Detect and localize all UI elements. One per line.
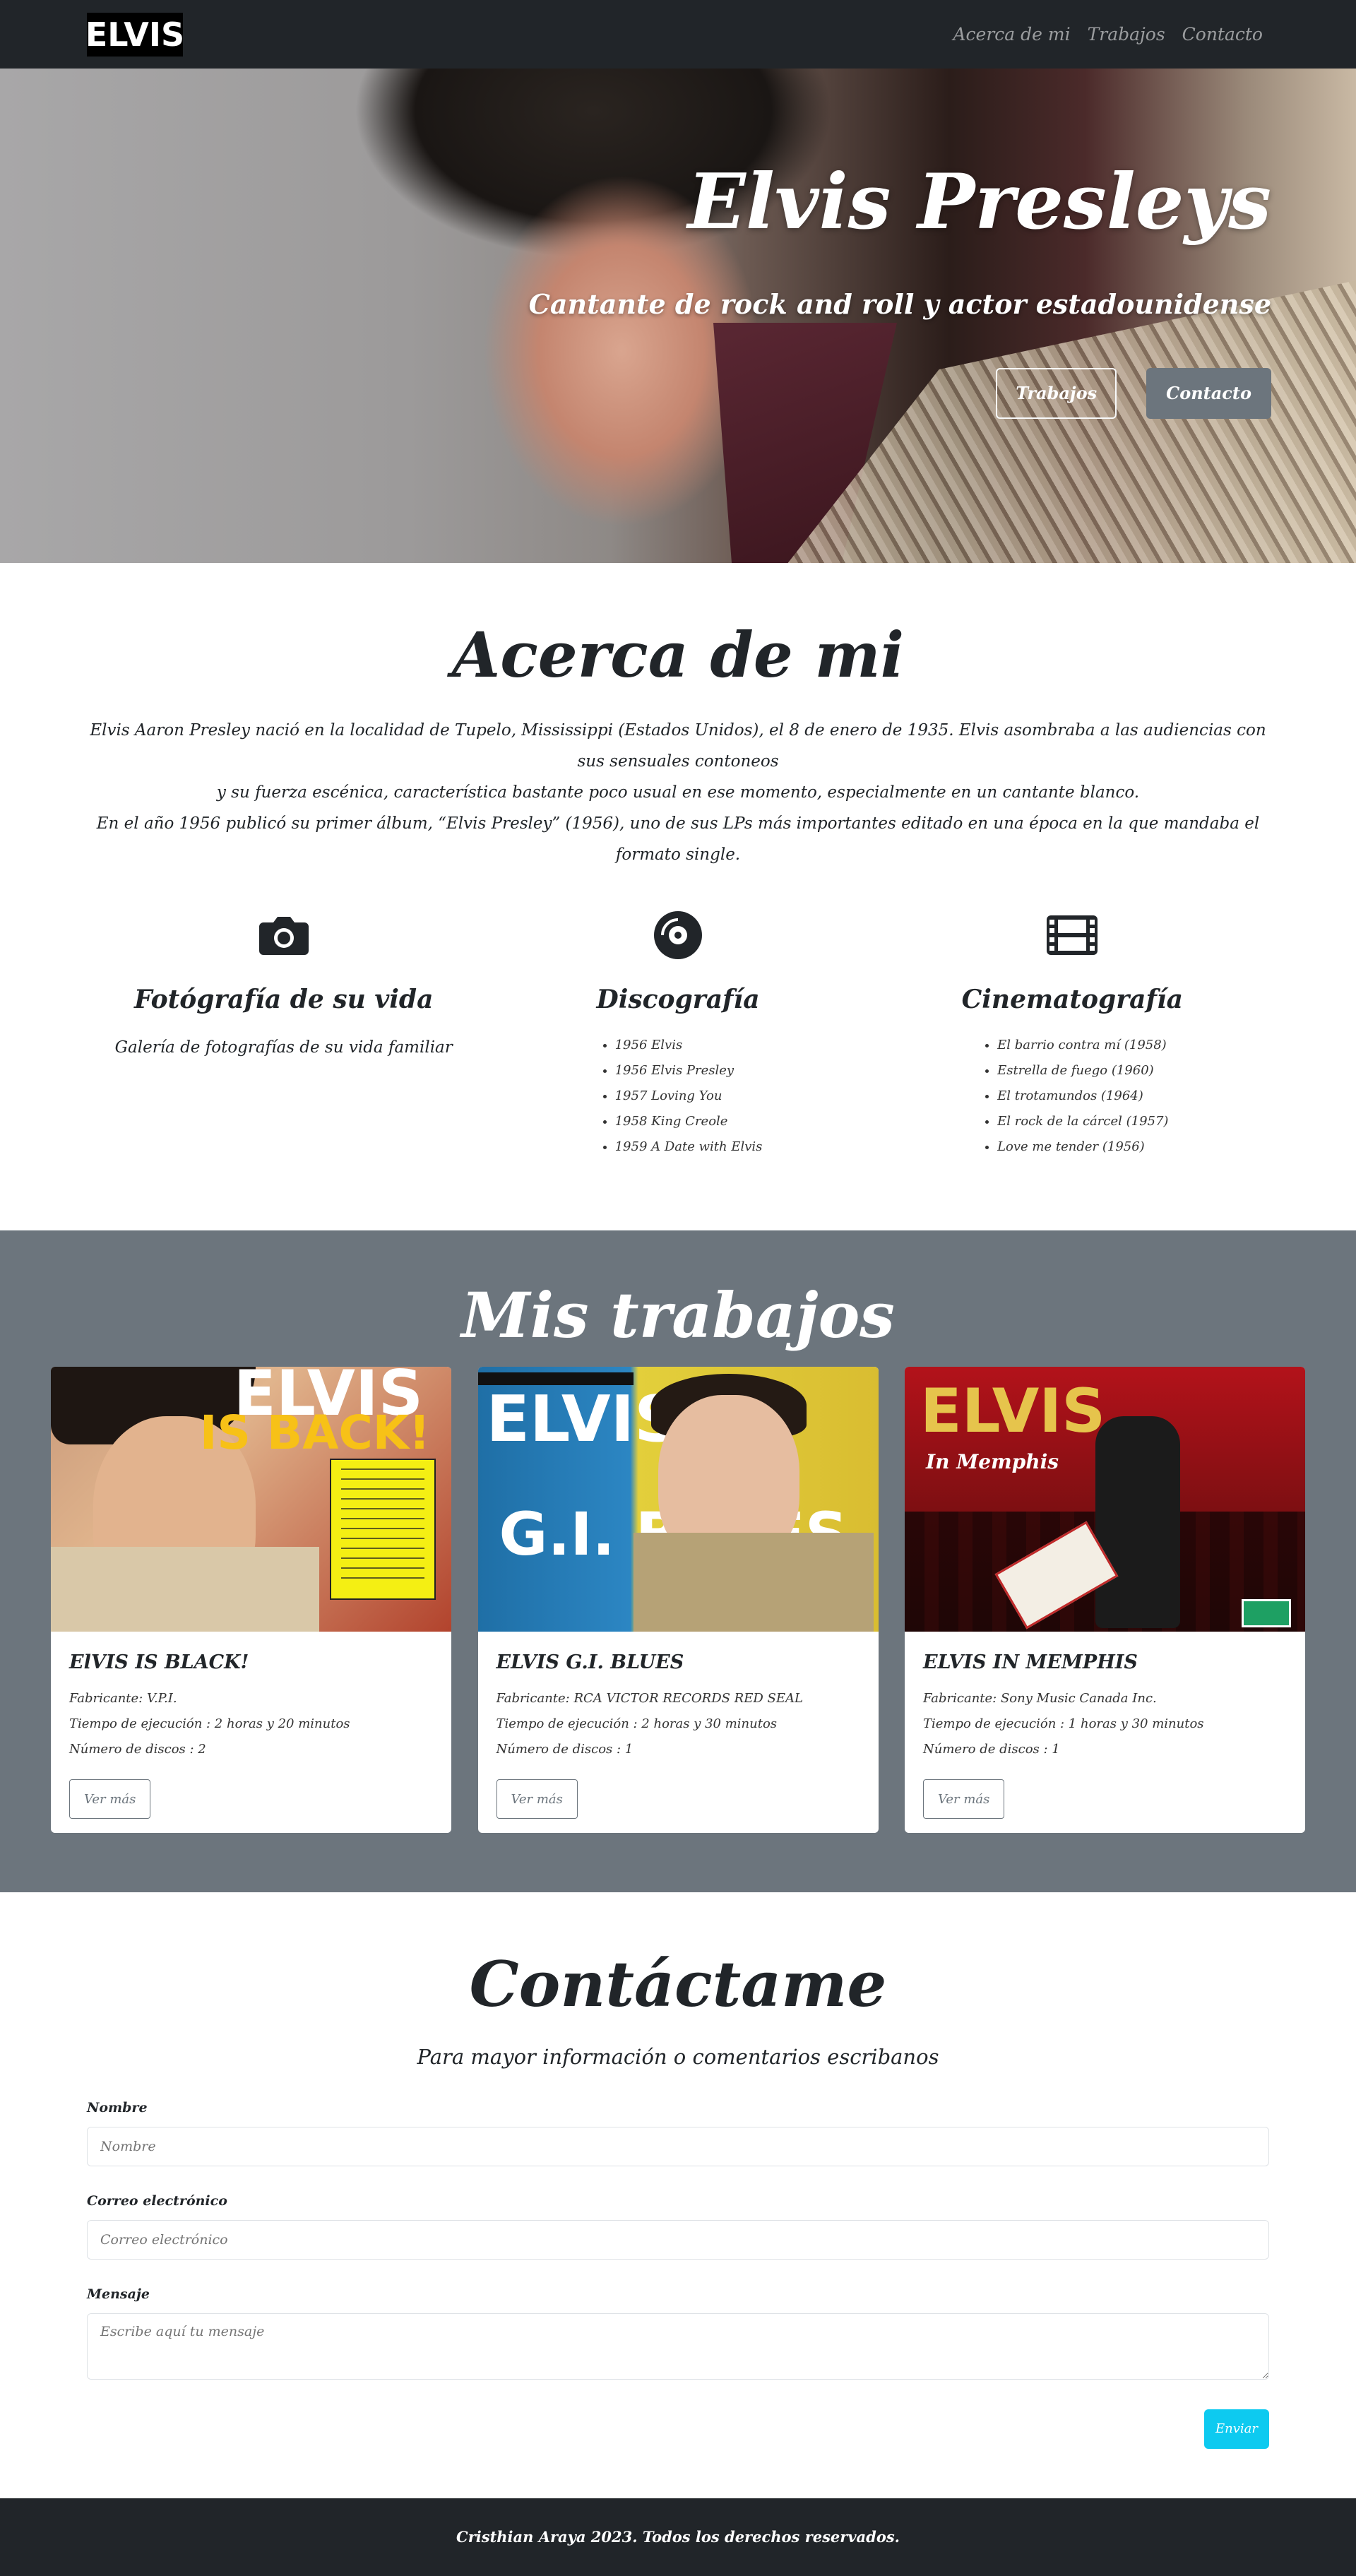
about-paragraph-line: Elvis Aaron Presley nació en la localida… [90,721,1266,771]
card-maker: Fabricante: RCA VICTOR RECORDS RED SEAL [496,1691,803,1707]
message-textarea[interactable] [87,2313,1269,2380]
cover-tracklist [330,1459,436,1601]
hero-title: Elvis Presleys [687,158,1271,247]
cover-art-shape [633,1533,874,1632]
card-title: ElVIS IS BLACK! [69,1651,249,1674]
feature-discography: Discografía 1956 Elvis 1956 Elvis Presle… [481,907,874,1160]
contact-intro: Para mayor información o comentarios esc… [417,2044,939,2069]
submit-row: Enviar [87,2409,1269,2449]
album-cover-image: ELVIS G.I. BLUES [477,1367,879,1632]
brand-text: ELVIS [85,15,185,54]
work-card: ELVIS G.I. BLUES ELVIS G.I. BLUES Fabric… [477,1367,879,1834]
cover-art-text: In Memphis [926,1450,1059,1474]
feature-photography: Fotógrafía de su vida Galería de fotogra… [87,907,480,1160]
email-input[interactable] [87,2219,1269,2260]
list-item: El barrio contra mí (1958) [997,1033,1168,1058]
ver-mas-button[interactable]: Ver más [69,1779,151,1820]
hero-content: Elvis Presleys Cantante de rock and roll… [529,160,1271,419]
feature-title: Discografía [596,985,760,1015]
card-discs: Número de discos : 2 [69,1742,206,1757]
submit-button[interactable]: Enviar [1204,2409,1269,2449]
feature-description: Galería de fotografías de su vida famili… [114,1038,453,1057]
contact-form: Nombre Correo electrónico Mensaje Enviar [87,2100,1269,2449]
hero-trabajos-button[interactable]: Trabajos [996,367,1117,419]
card-discs: Número de discos : 1 [496,1742,634,1757]
card-title: ELVIS IN MEMPHIS [923,1651,1138,1674]
hero-buttons: Trabajos Contacto [529,367,1271,419]
card-duration: Tiempo de ejecución : 1 horas y 30 minut… [923,1716,1204,1732]
navbar: ELVIS Acerca de mi Trabajos Contacto [0,0,1356,69]
card-duration: Tiempo de ejecución : 2 horas y 30 minut… [496,1716,778,1732]
list-item: 1959 A Date with Elvis [615,1134,763,1160]
form-group-message: Mensaje [87,2286,1269,2382]
card-duration: Tiempo de ejecución : 2 horas y 20 minut… [69,1716,350,1732]
about-title: Acerca de mi [451,618,905,692]
footer: Cristhian Araya 2023. Todos los derechos… [0,2498,1356,2576]
nav-link-trabajos[interactable]: Trabajos [1088,24,1165,44]
camera-icon [256,907,312,963]
hero-contacto-button[interactable]: Contacto [1146,367,1271,419]
feature-cinematography: Cinematografía El barrio contra mí (1958… [876,907,1269,1160]
works-title: Mis trabajos [461,1278,895,1353]
work-card: ELVIS In Memphis ELVIS IN MEMPHIS Fabric… [905,1367,1305,1834]
film-icon [1044,907,1100,963]
nav-links: Acerca de mi Trabajos Contacto [953,24,1263,44]
features: Fotógrafía de su vida Galería de fotogra… [87,907,1269,1160]
form-group-name: Nombre [87,2100,1269,2166]
list-item: 1956 Elvis Presley [615,1058,763,1084]
message-label: Mensaje [87,2286,150,2302]
about-section: Acerca de mi Elvis Aaron Presley nació e… [0,563,1356,1230]
cover-art-shape [1242,1599,1291,1628]
brand-logo[interactable]: ELVIS [85,12,185,57]
card-maker: Fabricante: Sony Music Canada Inc. [923,1691,1157,1707]
card-discs: Número de discos : 1 [923,1742,1060,1757]
works-section: Mis trabajos ELVIS IS BACK! ElVIS IS BLA… [0,1230,1356,1893]
email-label: Correo electrónico [87,2192,227,2209]
nav-link-acerca[interactable]: Acerca de mi [953,24,1070,44]
contact-title: Contáctame [469,1947,887,2022]
about-text: Elvis Aaron Presley nació en la localida… [87,715,1269,870]
card-body: ElVIS IS BLACK! Fabricante: V.P.I. Tiemp… [51,1632,451,1833]
cover-art-shape [51,1547,319,1632]
album-cover-image: ELVIS IS BACK! [51,1367,451,1632]
feature-title: Cinematografía [961,985,1183,1015]
list-item: 1956 Elvis [615,1033,763,1058]
cover-art-shape [1095,1416,1180,1629]
hero-banner: Elvis Presleys Cantante de rock and roll… [0,69,1356,563]
feature-title: Fotógrafía de su vida [134,985,434,1015]
contact-section: Contáctame Para mayor información o come… [0,1892,1356,2498]
card-body: ELVIS G.I. BLUES Fabricante: RCA VICTOR … [478,1632,879,1833]
discography-list: 1956 Elvis 1956 Elvis Presley 1957 Lovin… [594,1033,763,1160]
footer-text: Cristhian Araya 2023. Todos los derechos… [456,2528,900,2546]
about-paragraph-line: y su fuerza escénica, característica bas… [216,783,1140,802]
card-title: ELVIS G.I. BLUES [496,1651,684,1674]
cover-art-text: ELVIS [920,1376,1106,1447]
ver-mas-button[interactable]: Ver más [923,1779,1005,1820]
name-input[interactable] [87,2126,1269,2166]
list-item: El rock de la cárcel (1957) [997,1109,1168,1134]
cover-art-text: IS BACK! [199,1406,430,1461]
vinyl-record-icon [650,907,706,963]
form-group-email: Correo electrónico [87,2193,1269,2260]
work-card: ELVIS IS BACK! ElVIS IS BLACK! Fabricant… [51,1367,451,1834]
card-body: ELVIS IN MEMPHIS Fabricante: Sony Music … [905,1632,1305,1833]
works-cards: ELVIS IS BACK! ElVIS IS BLACK! Fabricant… [51,1367,1305,1834]
list-item: El trotamundos (1964) [997,1084,1168,1109]
cinematography-list: El barrio contra mí (1958) Estrella de f… [976,1033,1168,1160]
list-item: Estrella de fuego (1960) [997,1058,1168,1084]
list-item: 1957 Loving You [615,1084,763,1109]
album-cover-image: ELVIS In Memphis [905,1367,1305,1632]
card-maker: Fabricante: V.P.I. [69,1691,177,1707]
list-item: Love me tender (1956) [997,1134,1168,1160]
nav-link-contacto[interactable]: Contacto [1182,24,1263,44]
name-label: Nombre [87,2099,148,2115]
list-item: 1958 King Creole [615,1109,763,1134]
about-paragraph-line: En el año 1956 publicó su primer álbum, … [96,814,1260,865]
hero-subtitle: Cantante de rock and roll y actor estado… [528,287,1271,320]
ver-mas-button[interactable]: Ver más [496,1779,578,1820]
